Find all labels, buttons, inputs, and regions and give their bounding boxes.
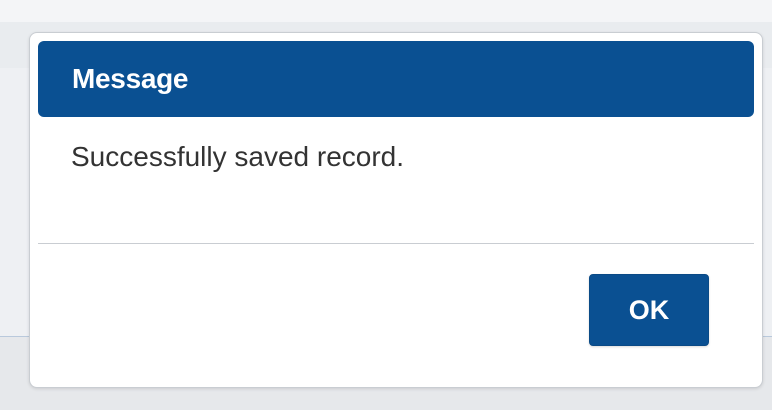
ok-button[interactable]: OK (589, 274, 709, 346)
dialog-title: Message (72, 63, 189, 94)
dialog-divider (38, 243, 754, 244)
background-top-bar (0, 0, 772, 23)
dialog-header: Message (38, 41, 754, 117)
message-dialog: Message Successfully saved record. OK (29, 32, 763, 388)
dialog-message: Successfully saved record. (71, 141, 405, 172)
